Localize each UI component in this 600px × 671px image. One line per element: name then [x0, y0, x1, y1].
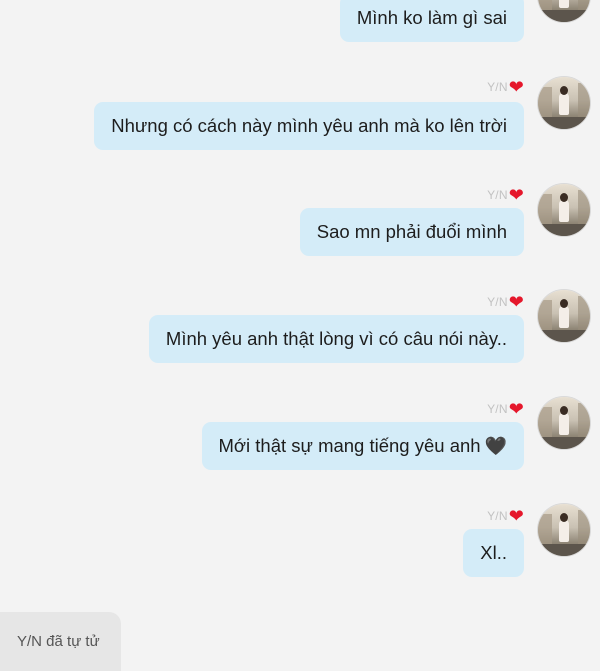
- avatar[interactable]: [538, 77, 590, 129]
- heart-icon: ❤: [508, 506, 524, 526]
- heart-icon: ❤: [508, 399, 524, 419]
- message-bubble[interactable]: Mình ko làm gì sai: [339, 0, 524, 42]
- avatar[interactable]: [538, 184, 590, 236]
- sender-label: Y/N ❤: [487, 185, 524, 205]
- message-text: Mới thật sự mang tiếng yêu anh: [218, 435, 481, 456]
- avatar[interactable]: [538, 0, 590, 22]
- sender-label: Y/N ❤: [487, 399, 524, 419]
- heart-icon: ❤: [508, 292, 524, 312]
- sender-label: Y/N ❤: [487, 77, 524, 97]
- message-bubble[interactable]: Xl..: [463, 529, 524, 577]
- heart-icon: ❤: [508, 77, 524, 97]
- message-text: Sao mn phải đuổi mình: [316, 221, 507, 242]
- avatar[interactable]: [538, 504, 590, 556]
- message-text: Nhưng có cách này mình yêu anh mà ko lên…: [111, 115, 507, 136]
- message-text: Xl..: [480, 542, 507, 563]
- message-bubble[interactable]: Nhưng có cách này mình yêu anh mà ko lên…: [94, 102, 524, 150]
- message-bubble[interactable]: Mới thật sự mang tiếng yêu anh 🖤: [201, 422, 524, 470]
- sender-label: Y/N ❤: [487, 292, 524, 312]
- sender-label: Y/N ❤: [487, 506, 524, 526]
- message-bubble[interactable]: Mình yêu anh thật lòng vì có câu nói này…: [148, 315, 524, 363]
- message-bubble[interactable]: Sao mn phải đuổi mình: [299, 208, 524, 256]
- message-text: Mình ko làm gì sai: [356, 7, 507, 28]
- avatar[interactable]: [538, 290, 590, 342]
- system-message[interactable]: Y/N đã tự tử: [0, 612, 121, 671]
- heart-icon: ❤: [508, 185, 524, 205]
- avatar[interactable]: [538, 397, 590, 449]
- black-heart-icon: 🖤: [484, 436, 507, 456]
- message-text: Mình yêu anh thật lòng vì có câu nói này…: [165, 328, 507, 349]
